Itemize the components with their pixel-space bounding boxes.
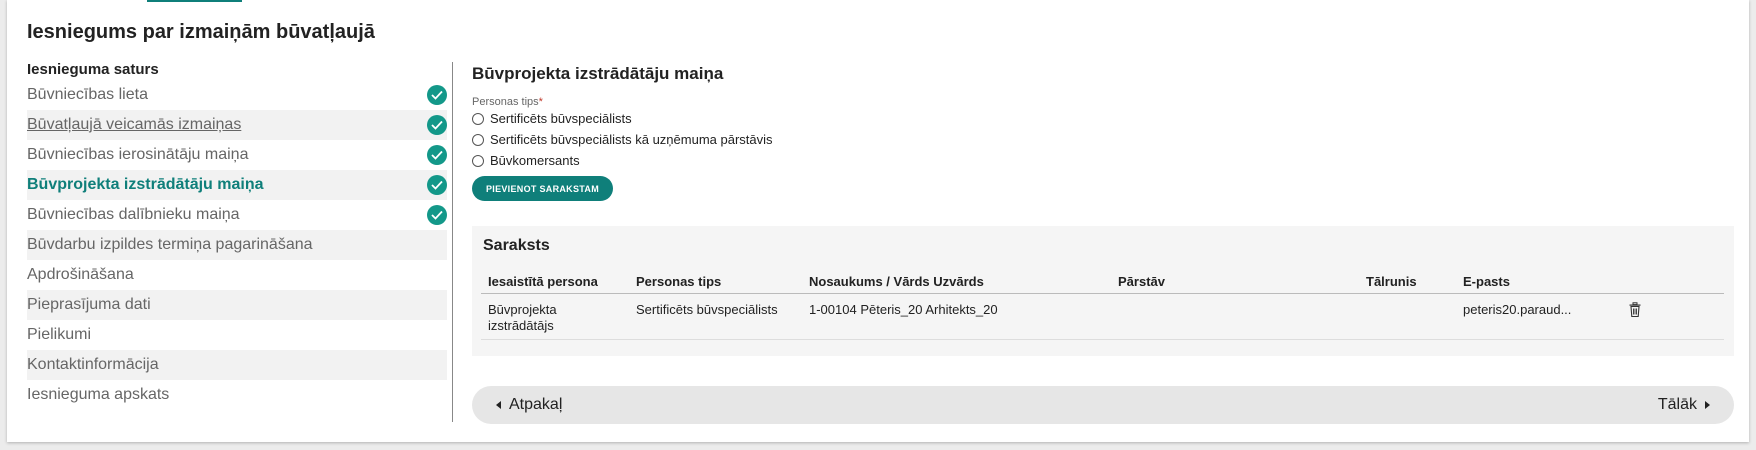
step-navigation: Atpakaļ Tālāk	[472, 386, 1734, 424]
column-header-involved-person: Iesaistītā persona	[488, 274, 598, 289]
section-title: Būvprojekta izstrādātāju maiņa	[472, 64, 724, 83]
radio-option-specialist-company-rep[interactable]: Sertificēts būvspeciālists kā uzņēmuma p…	[472, 129, 1734, 150]
nav-item-label: Būvniecības dalībnieku maiņa	[27, 206, 240, 223]
column-header-name: Nosaukums / Vārds Uzvārds	[809, 274, 984, 289]
column-header-represents: Pārstāv	[1118, 274, 1165, 289]
caret-left-icon	[496, 401, 501, 409]
nav-item-label: Būvniecības lieta	[27, 86, 148, 103]
radio-label: Sertificēts būvspeciālists kā uzņēmuma p…	[490, 132, 773, 147]
person-type-label: Personas tips*	[472, 96, 1734, 108]
cell-name: 1-00104 Pēteris_20 Arhitekts_20	[809, 302, 998, 317]
column-header-email: E-pasts	[1463, 274, 1510, 289]
cell-role: Būvprojekta izstrādātājs	[488, 302, 557, 333]
column-header-person-type: Personas tips	[636, 274, 722, 289]
page-title: Iesniegums par izmaiņām būvatļaujā	[27, 21, 375, 43]
radio-button[interactable]	[472, 154, 484, 167]
required-marker: *	[538, 96, 543, 108]
nav-item-label: Pieprasījuma dati	[27, 296, 151, 313]
nav-item-izstradataju-maina[interactable]: Būvprojekta izstrādātāju maiņa	[27, 170, 447, 200]
nav-item-label: Būvniecības ierosinātāju maiņa	[27, 146, 249, 163]
nav-item-label: Būvdarbu izpildes termiņa pagarināšana	[27, 236, 313, 253]
nav-item-label: Būvprojekta izstrādātāju maiņa	[27, 176, 264, 193]
vertical-divider	[452, 62, 453, 422]
nav-item-kontaktinformacija[interactable]: Kontaktinformācija	[27, 350, 447, 380]
radio-label: Būvkomersants	[490, 153, 580, 168]
next-button[interactable]: Tālāk	[1658, 386, 1710, 424]
check-circle-icon	[427, 205, 447, 225]
nav-item-apdrosinasana[interactable]: Apdrošināšana	[27, 260, 447, 290]
nav-item-buvniecibas-lieta[interactable]: Būvniecības lieta	[27, 80, 447, 110]
nav-item-label: Būvatļaujā veicamās izmaiņas	[27, 116, 242, 133]
nav-item-iesnieguma-apskats[interactable]: Iesnieguma apskats	[27, 380, 447, 410]
participants-table: Iesaistītā persona Personas tips Nosauku…	[481, 266, 1724, 340]
nav-item-pieprasijuma-dati[interactable]: Pieprasījuma dati	[27, 290, 447, 320]
check-circle-icon	[427, 175, 447, 195]
table-header: Iesaistītā persona Personas tips Nosauku…	[481, 266, 1724, 294]
nav-item-label: Pielikumi	[27, 326, 92, 343]
cell-person-type: Sertificēts būvspeciālists	[636, 302, 778, 317]
caret-right-icon	[1705, 401, 1710, 409]
list-title: Saraksts	[483, 237, 550, 254]
check-circle-icon	[427, 115, 447, 135]
person-type-label-text: Personas tips	[472, 96, 539, 108]
back-button-label: Atpakaļ	[509, 396, 563, 413]
nav-heading: Iesnieguma saturs	[27, 61, 159, 78]
nav-item-dalibnieku-maina[interactable]: Būvniecības dalībnieku maiņa	[27, 200, 447, 230]
check-circle-icon	[427, 85, 447, 105]
nav-list: Būvniecības lieta Būvatļaujā veicamās iz…	[27, 80, 447, 410]
radio-button[interactable]	[472, 112, 484, 125]
nav-item-label: Kontaktinformācija	[27, 356, 159, 373]
nav-item-label: Iesnieguma apskats	[27, 386, 170, 403]
check-circle-icon	[427, 145, 447, 165]
nav-item-label: Apdrošināšana	[27, 266, 134, 283]
column-header-phone: Tālrunis	[1366, 274, 1417, 289]
next-button-label: Tālāk	[1657, 396, 1697, 413]
active-tab-indicator	[147, 0, 242, 2]
add-to-list-button[interactable]: PIEVIENOT SARAKSTAM	[472, 176, 613, 201]
cell-email: peteris20.paraud...	[1463, 302, 1572, 317]
nav-item-buvatlauja-izmainas[interactable]: Būvatļaujā veicamās izmaiņas	[27, 110, 447, 140]
nav-item-pielikumi[interactable]: Pielikumi	[27, 320, 447, 350]
application-card: Iesniegums par izmaiņām būvatļaujā Iesni…	[7, 0, 1749, 442]
radio-label: Sertificēts būvspeciālists	[490, 111, 632, 126]
content-navigation: Iesnieguma saturs Būvniecības lieta Būva…	[27, 60, 447, 410]
trash-icon[interactable]	[1628, 302, 1642, 318]
table-row: Būvprojekta izstrādātājs Sertificēts būv…	[481, 294, 1724, 340]
back-button[interactable]: Atpakaļ	[496, 386, 562, 424]
list-panel: Saraksts Iesaistītā persona Personas tip…	[472, 226, 1734, 356]
radio-option-construction-merchant[interactable]: Būvkomersants	[472, 150, 1734, 171]
nav-item-ierosinataju-maina[interactable]: Būvniecības ierosinātāju maiņa	[27, 140, 447, 170]
nav-item-termina-pagarinasana[interactable]: Būvdarbu izpildes termiņa pagarināšana	[27, 230, 447, 260]
radio-option-certified-specialist[interactable]: Sertificēts būvspeciālists	[472, 108, 1734, 129]
main-content: Būvprojekta izstrādātāju maiņa Personas …	[472, 62, 1734, 424]
radio-button[interactable]	[472, 133, 484, 146]
